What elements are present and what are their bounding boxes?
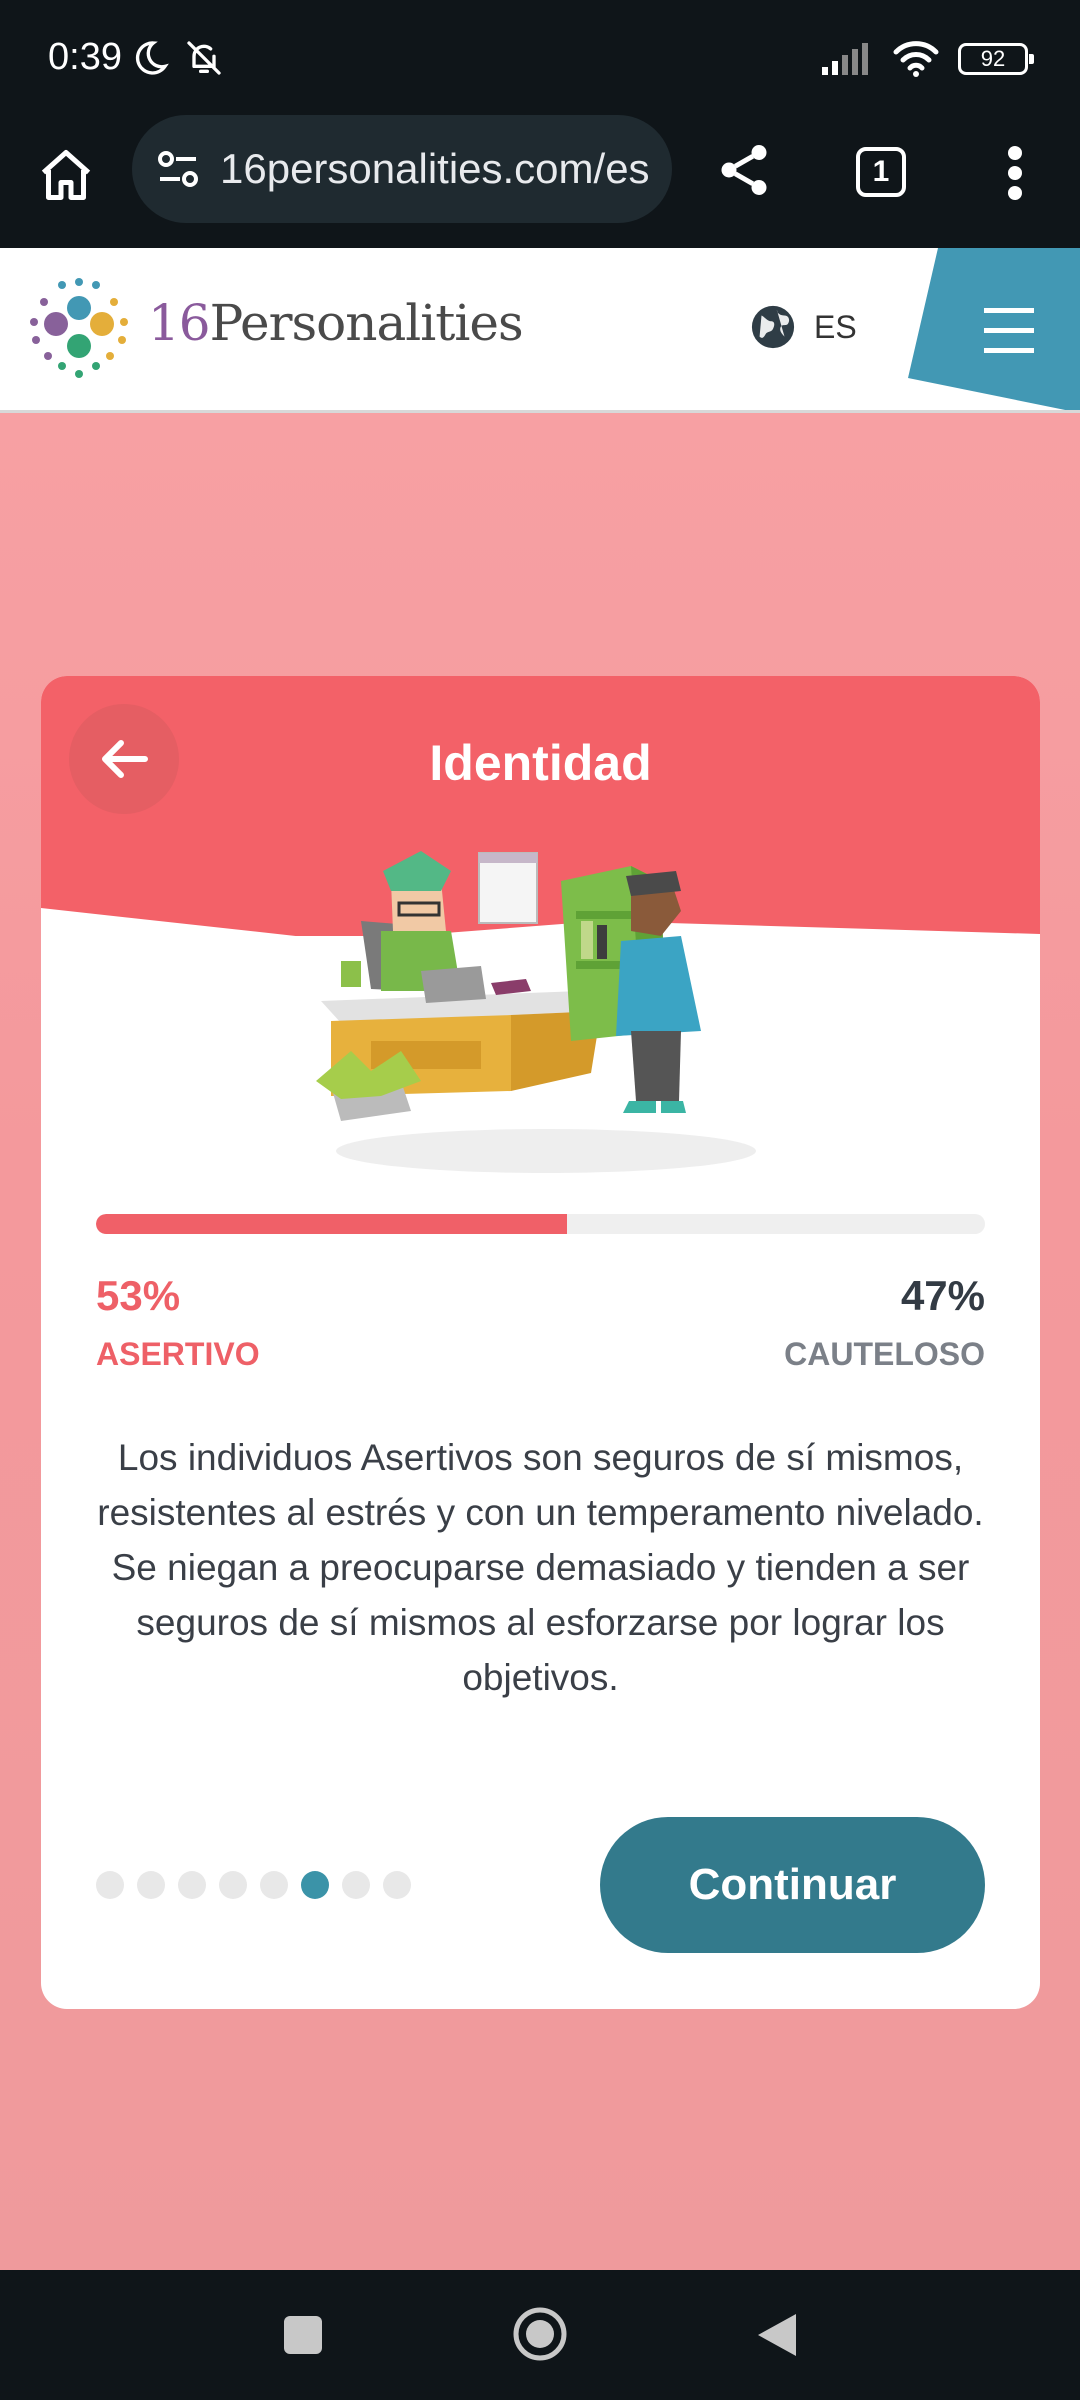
status-right: 92 bbox=[822, 40, 1034, 78]
globe-icon bbox=[751, 305, 795, 349]
pagination-dot[interactable] bbox=[260, 1871, 288, 1899]
continue-button[interactable]: Continuar bbox=[600, 1817, 985, 1953]
more-vert-icon[interactable] bbox=[1000, 143, 1030, 203]
trait-progress-bar bbox=[96, 1214, 985, 1234]
url-text[interactable]: 16personalities.com/es bbox=[220, 145, 660, 193]
pagination-dot[interactable] bbox=[178, 1871, 206, 1899]
assertive-label: ASERTIVO bbox=[96, 1336, 260, 1372]
bell-off-icon bbox=[187, 41, 221, 75]
site-header: 16Personalities ES bbox=[0, 248, 1080, 413]
moon-icon bbox=[135, 41, 169, 75]
status-bar: 0:39 92 bbox=[0, 0, 1080, 115]
assertive-percent: 53% bbox=[96, 1272, 181, 1319]
language-selector[interactable]: ES bbox=[750, 304, 857, 350]
card-title: Identidad bbox=[429, 735, 652, 791]
pagination-dot[interactable] bbox=[301, 1871, 329, 1899]
pagination-dot[interactable] bbox=[219, 1871, 247, 1899]
turbulent-label: CAUTELOSO bbox=[784, 1336, 985, 1372]
turbulent-percent: 47% bbox=[900, 1272, 985, 1319]
result-card: Identidad 53% ASERTIVO 47% CAUTELOSO Los… bbox=[41, 676, 1040, 2009]
office-illustration bbox=[316, 851, 756, 1173]
wifi-icon bbox=[893, 41, 939, 77]
pagination-dot[interactable] bbox=[383, 1871, 411, 1899]
home-circle-icon[interactable] bbox=[512, 2306, 568, 2362]
logo-name: Personalities bbox=[209, 294, 524, 352]
system-nav-bar bbox=[0, 2270, 1080, 2400]
signal-icon bbox=[822, 43, 868, 75]
status-time: 0:39 bbox=[48, 36, 122, 78]
browser-toolbar: 16personalities.com/es 1 bbox=[0, 115, 1080, 248]
share-icon[interactable] bbox=[714, 140, 774, 200]
status-left-icons bbox=[130, 38, 224, 78]
language-label: ES bbox=[814, 308, 857, 345]
pagination-dot[interactable] bbox=[137, 1871, 165, 1899]
logo-icon[interactable] bbox=[24, 274, 134, 384]
back-triangle-icon[interactable] bbox=[752, 2310, 800, 2360]
tune-icon[interactable] bbox=[154, 145, 202, 193]
logo-text[interactable]: 16Personalities bbox=[148, 294, 524, 352]
hamburger-menu-icon[interactable] bbox=[908, 248, 1080, 413]
recents-button[interactable] bbox=[284, 2316, 322, 2354]
tab-switcher-button[interactable]: 1 bbox=[856, 147, 906, 197]
trait-description: Los individuos Asertivos son seguros de … bbox=[97, 1437, 984, 1698]
logo-number: 16 bbox=[148, 294, 211, 352]
pagination-dots bbox=[96, 1871, 411, 1899]
battery-indicator: 92 bbox=[958, 43, 1034, 75]
address-bar[interactable]: 16personalities.com/es bbox=[132, 115, 672, 223]
pagination-dot[interactable] bbox=[342, 1871, 370, 1899]
home-icon[interactable] bbox=[36, 145, 96, 205]
progress-fill bbox=[96, 1214, 568, 1234]
pagination-dot[interactable] bbox=[96, 1871, 124, 1899]
